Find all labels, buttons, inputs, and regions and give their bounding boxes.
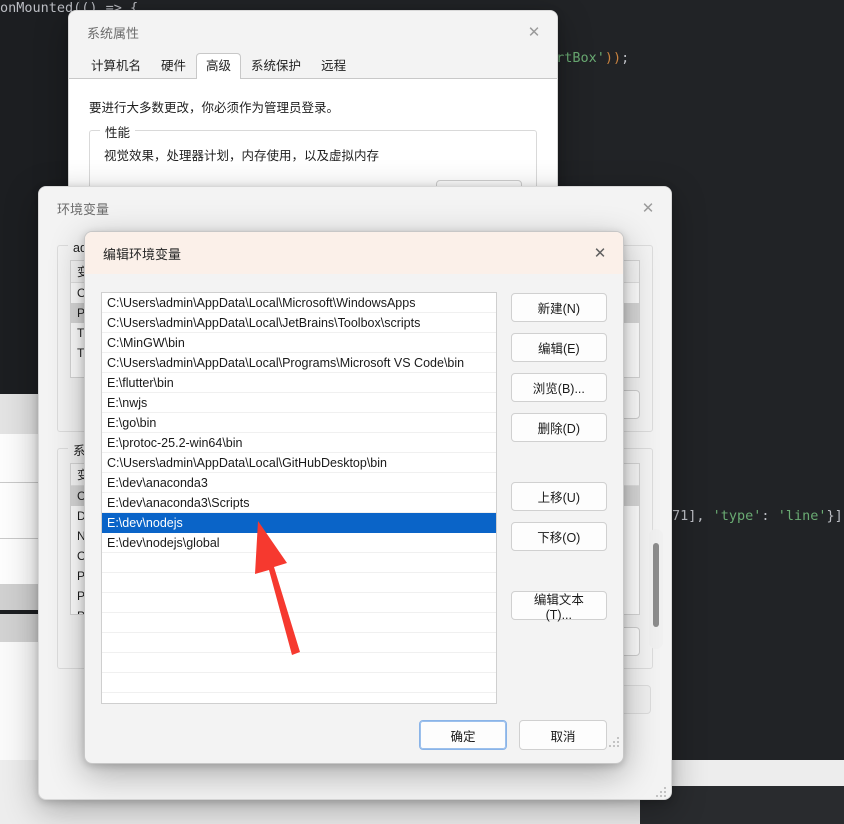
list-item-empty[interactable] bbox=[102, 613, 496, 633]
system-properties-titlebar: 系统属性 ✕ bbox=[69, 11, 557, 53]
delete-path-button[interactable]: 删除(D) bbox=[510, 413, 607, 442]
list-item-selected[interactable]: E:\dev\nodejs bbox=[102, 513, 496, 533]
system-properties-body: 计算机名 硬件 高级 系统保护 远程 要进行大多数更改，你必须作为管理员登录。 … bbox=[69, 53, 557, 201]
tab-hardware[interactable]: 硬件 bbox=[151, 53, 196, 79]
path-editor-area: C:\Users\admin\AppData\Local\Microsoft\W… bbox=[85, 274, 623, 704]
list-item[interactable]: E:\protoc-25.2-win64\bin bbox=[102, 433, 496, 453]
list-item-empty[interactable] bbox=[102, 673, 496, 693]
code-fragment-top: artBox')); bbox=[548, 50, 630, 66]
edit-environment-variable-title: 编辑环境变量 bbox=[103, 246, 182, 262]
vertical-scrollbar[interactable] bbox=[649, 529, 663, 649]
tab-advanced[interactable]: 高级 bbox=[196, 53, 242, 79]
move-down-button[interactable]: 下移(O) bbox=[510, 522, 607, 551]
path-list[interactable]: C:\Users\admin\AppData\Local\Microsoft\W… bbox=[101, 292, 497, 704]
browse-path-button[interactable]: 浏览(B)... bbox=[510, 373, 607, 402]
eev-cancel-button[interactable]: 取消 bbox=[519, 720, 607, 750]
environment-variables-title: 环境变量 bbox=[57, 201, 110, 217]
edit-environment-variable-body: C:\Users\admin\AppData\Local\Microsoft\W… bbox=[85, 274, 623, 750]
list-item-empty[interactable] bbox=[102, 693, 496, 703]
list-item[interactable]: C:\Users\admin\AppData\Local\JetBrains\T… bbox=[102, 313, 496, 333]
list-item[interactable]: E:\dev\anaconda3\Scripts bbox=[102, 493, 496, 513]
system-properties-dialog: 系统属性 ✕ 计算机名 硬件 高级 系统保护 远程 要进行大多数更改，你必须作为… bbox=[68, 10, 558, 202]
move-up-button[interactable]: 上移(U) bbox=[510, 482, 607, 511]
tab-system-protection[interactable]: 系统保护 bbox=[241, 53, 311, 79]
edit-environment-variable-dialog: 编辑环境变量 ✕ C:\Users\admin\AppData\Local\Mi… bbox=[84, 231, 624, 764]
list-item-empty[interactable] bbox=[102, 633, 496, 653]
list-item[interactable]: C:\Users\admin\AppData\Local\Microsoft\W… bbox=[102, 293, 496, 313]
performance-description: 视觉效果，处理器计划，内存使用，以及虚拟内存 bbox=[104, 149, 380, 163]
list-item[interactable]: E:\flutter\bin bbox=[102, 373, 496, 393]
tab-computer-name[interactable]: 计算机名 bbox=[81, 53, 151, 79]
list-item-empty[interactable] bbox=[102, 553, 496, 573]
code-fragment-mid: 71], 'type': 'line'}] bbox=[672, 508, 843, 524]
system-properties-tabstrip: 计算机名 硬件 高级 系统保护 远程 bbox=[69, 53, 557, 79]
resize-grip-icon[interactable] bbox=[609, 737, 619, 747]
list-item[interactable]: E:\nwjs bbox=[102, 393, 496, 413]
list-item[interactable]: E:\go\bin bbox=[102, 413, 496, 433]
system-properties-title: 系统属性 bbox=[87, 25, 140, 41]
list-item-empty[interactable] bbox=[102, 573, 496, 593]
resize-grip-icon[interactable] bbox=[656, 787, 666, 797]
edit-environment-variable-footer: 确定 取消 bbox=[85, 704, 623, 750]
performance-legend: 性能 bbox=[100, 122, 136, 141]
list-item[interactable]: E:\dev\nodejs\global bbox=[102, 533, 496, 553]
tab-remote[interactable]: 远程 bbox=[311, 53, 356, 79]
list-item-empty[interactable] bbox=[102, 593, 496, 613]
list-item[interactable]: C:\MinGW\bin bbox=[102, 333, 496, 353]
button-group-spacer bbox=[511, 562, 607, 580]
edit-text-button[interactable]: 编辑文本(T)... bbox=[510, 591, 607, 622]
button-group-spacer bbox=[511, 453, 607, 471]
close-icon[interactable]: ✕ bbox=[511, 11, 557, 53]
list-item[interactable]: E:\dev\anaconda3 bbox=[102, 473, 496, 493]
eev-ok-button[interactable]: 确定 bbox=[419, 720, 507, 750]
screen: onMounted(() => { // let // // // // // … bbox=[0, 0, 844, 824]
new-path-button[interactable]: 新建(N) bbox=[510, 293, 607, 322]
list-item-empty[interactable] bbox=[102, 653, 496, 673]
edit-path-button[interactable]: 编辑(E) bbox=[510, 333, 607, 362]
admin-note: 要进行大多数更改，你必须作为管理员登录。 bbox=[89, 101, 340, 115]
list-item[interactable]: C:\Users\admin\AppData\Local\Programs\Mi… bbox=[102, 353, 496, 373]
edit-environment-variable-titlebar: 编辑环境变量 ✕ bbox=[85, 232, 623, 274]
close-icon[interactable]: ✕ bbox=[577, 232, 623, 274]
close-icon[interactable]: ✕ bbox=[625, 187, 671, 229]
list-item[interactable]: C:\Users\admin\AppData\Local\GitHubDeskt… bbox=[102, 453, 496, 473]
path-button-column: 新建(N) 编辑(E) 浏览(B)... 删除(D) 上移(U) 下移(O) 编… bbox=[510, 292, 607, 704]
advanced-tab-page: 要进行大多数更改，你必须作为管理员登录。 性能 视觉效果，处理器计划，内存使用，… bbox=[69, 79, 557, 201]
environment-variables-titlebar: 环境变量 ✕ bbox=[39, 187, 671, 229]
